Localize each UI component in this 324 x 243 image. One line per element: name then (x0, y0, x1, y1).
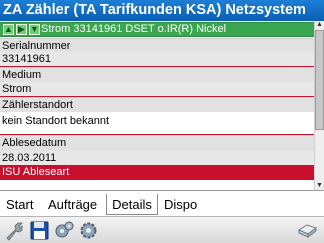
value-isu-ableseart (0, 180, 314, 190)
window-title: ZA Zähler (TA Tarifkunden KSA) Netzsyste… (0, 0, 324, 21)
value-serialnummer: 33141961 (0, 52, 314, 66)
tab-details[interactable]: Details (106, 194, 158, 215)
save-icon[interactable] (29, 220, 50, 241)
tab-bar: Start Aufträge Details Dispo (0, 190, 324, 216)
label-ablesedatum: Ablesedatum (0, 135, 314, 151)
tab-auftraege[interactable]: Aufträge (48, 194, 97, 215)
record-nav-row: ▲ ▶ ▼ Strom 33141961 DSET o.IR(R) Nickel (0, 22, 314, 37)
details-panel: ▲ ▶ ▼ Strom 33141961 DSET o.IR(R) Nickel… (0, 21, 314, 190)
value-medium: Strom (0, 82, 314, 96)
scroll-thumb[interactable] (315, 30, 324, 130)
label-medium: Medium (0, 67, 314, 82)
bottom-toolbar (0, 216, 324, 243)
keyboard-icon[interactable] (297, 220, 318, 241)
label-zaehlerstandort: Zählerstandort (0, 97, 314, 112)
scroll-down-icon[interactable]: ▼ (315, 182, 324, 190)
arrow-down-icon[interactable]: ▼ (29, 24, 40, 35)
record-label: Strom 33141961 DSET o.IR(R) Nickel (41, 23, 227, 35)
gears-icon[interactable] (54, 220, 75, 241)
scroll-up-icon[interactable]: ▲ (315, 21, 324, 29)
vertical-scrollbar[interactable]: ▲ ▼ (314, 21, 324, 190)
wrench-icon[interactable] (4, 220, 25, 241)
value-ablesedatum: 28.03.2011 (0, 151, 314, 165)
label-isu-ableseart[interactable]: ISU Ableseart (0, 165, 314, 180)
tab-dispo[interactable]: Dispo (164, 194, 197, 215)
arrow-up-icon[interactable]: ▲ (3, 24, 14, 35)
gear-icon[interactable] (78, 220, 99, 241)
arrow-right-icon[interactable]: ▶ (16, 24, 27, 35)
label-serialnummer: Serialnummer (0, 38, 314, 52)
tab-start[interactable]: Start (6, 194, 33, 215)
value-zaehlerstandort: kein Standort bekannt (0, 112, 314, 131)
